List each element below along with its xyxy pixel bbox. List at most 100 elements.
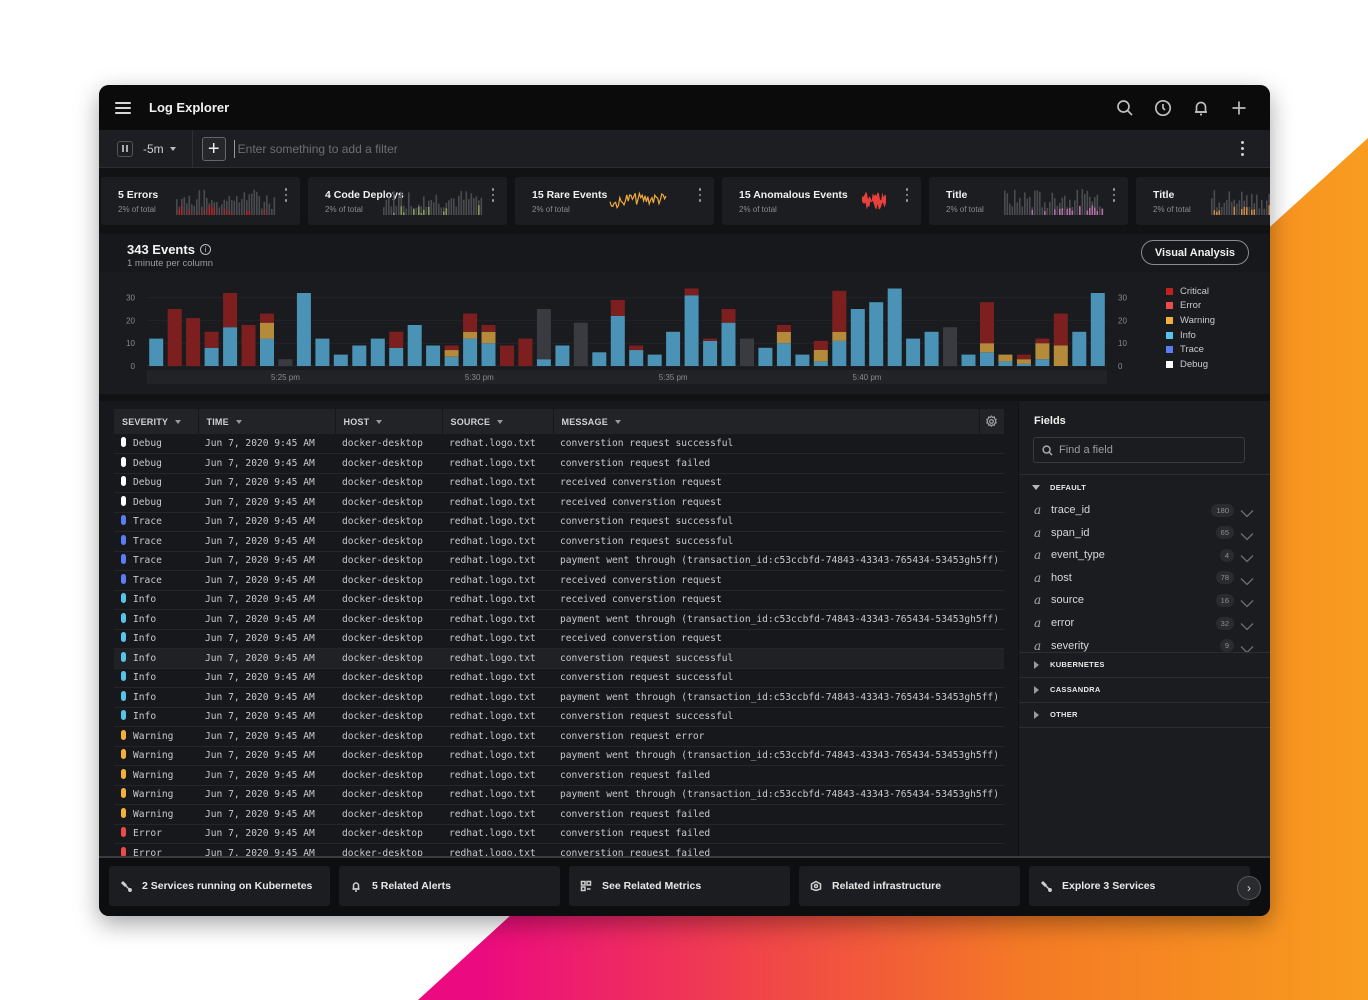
bar-segment-info[interactable] (832, 340, 847, 366)
bar-segment-critical[interactable] (260, 313, 274, 323)
legend-item[interactable]: Error (1166, 299, 1215, 314)
legend-item[interactable]: Trace (1166, 342, 1215, 357)
bar-segment-other[interactable] (278, 359, 293, 366)
bar-segment-critical[interactable] (500, 345, 514, 367)
bar-segment-critical[interactable] (684, 288, 699, 296)
bar-segment-other[interactable] (943, 327, 958, 366)
bar-segment-info[interactable] (592, 352, 607, 366)
bar-segment-critical[interactable] (610, 299, 625, 316)
table-row[interactable]: Debug Jun 7, 2020 9:45 AM docker-desktop re… (114, 453, 1004, 474)
bar-segment-critical[interactable] (703, 338, 718, 341)
hamburger-menu-icon[interactable] (115, 101, 131, 114)
related-action-card[interactable]: 2 Services running on Kubernetes (109, 866, 330, 906)
bar-segment-warning[interactable] (481, 331, 496, 344)
bar-segment-info[interactable] (850, 309, 865, 366)
bar-segment-critical[interactable] (167, 309, 182, 366)
table-row[interactable]: Debug Jun 7, 2020 9:45 AM docker-desktop re… (114, 492, 1004, 513)
bar-segment-info[interactable] (887, 288, 902, 367)
column-header-time[interactable]: TIME (198, 409, 336, 434)
bar-segment-warning[interactable] (463, 331, 478, 339)
table-row[interactable]: Warning Jun 7, 2020 9:45 AM docker-desktop… (114, 746, 1004, 766)
bar-segment-info[interactable] (721, 322, 736, 366)
column-header-source[interactable]: SOURCE (442, 409, 554, 434)
legend-item[interactable]: Debug (1166, 357, 1215, 372)
table-row[interactable]: Trace Jun 7, 2020 9:45 AM docker-desktop re… (114, 531, 1004, 552)
bar-segment-warning[interactable] (260, 322, 274, 339)
bar-segment-info[interactable] (426, 345, 441, 367)
bar-segment-critical[interactable] (389, 331, 404, 348)
bar-segment-critical[interactable] (186, 318, 201, 366)
bar-segment-critical[interactable] (832, 290, 847, 332)
table-row[interactable]: Trace Jun 7, 2020 9:45 AM docker-desktop re… (114, 551, 1004, 571)
bar-segment-warning[interactable] (776, 331, 791, 344)
summary-card[interactable]: 5 Errors 2% of total (101, 177, 300, 225)
table-row[interactable]: Error Jun 7, 2020 9:45 AM docker-desktop re… (114, 824, 1004, 844)
legend-item[interactable]: Critical (1166, 284, 1215, 299)
bar-segment-warning[interactable] (1016, 359, 1031, 364)
bar-segment-info[interactable] (1016, 363, 1031, 366)
table-row[interactable]: Warning Jun 7, 2020 9:45 AM docker-desktop… (114, 785, 1004, 805)
chevron-down-icon[interactable] (1240, 573, 1254, 586)
summary-card[interactable]: Title 2% of total (929, 177, 1128, 225)
bell-icon[interactable] (1192, 99, 1210, 117)
bar-segment-critical[interactable] (518, 338, 533, 366)
bar-segment-info[interactable] (536, 359, 551, 366)
field-item[interactable]: a span_id 65 (1034, 523, 1254, 543)
field-item[interactable]: a error 32 (1034, 613, 1254, 633)
bar-segment-info[interactable] (333, 354, 348, 366)
chevron-down-icon[interactable] (1240, 505, 1254, 518)
chevron-down-icon[interactable] (1240, 618, 1254, 631)
table-row[interactable]: Info Jun 7, 2020 9:45 AM docker-desktop red… (114, 648, 1004, 669)
bar-segment-critical[interactable] (980, 302, 994, 344)
card-more-options-icon[interactable] (284, 188, 287, 202)
time-range-select[interactable]: -5m (143, 142, 176, 156)
bar-segment-critical[interactable] (1053, 313, 1068, 346)
bar-segment-warning[interactable] (1035, 343, 1050, 360)
field-group-kubernetes[interactable]: KUBERNETES (1032, 660, 1105, 669)
table-row[interactable]: Trace Jun 7, 2020 9:45 AM docker-desktop re… (114, 512, 1004, 532)
bar-segment-info[interactable] (315, 338, 330, 366)
bar-segment-info[interactable] (149, 338, 164, 366)
history-clock-icon[interactable] (1154, 99, 1172, 117)
bar-segment-critical[interactable] (629, 345, 644, 351)
bar-segment-info[interactable] (296, 293, 311, 366)
bar-segment-info[interactable] (629, 350, 644, 366)
bar-segment-warning[interactable] (813, 350, 828, 362)
bar-segment-critical[interactable] (481, 325, 496, 332)
related-action-card[interactable]: Related infrastructure (799, 866, 1020, 906)
card-more-options-icon[interactable] (698, 188, 701, 202)
related-action-card[interactable]: Explore 3 Services (1029, 866, 1250, 906)
chevron-down-icon[interactable] (1240, 641, 1254, 654)
table-row[interactable]: Info Jun 7, 2020 9:45 AM docker-desktop red… (114, 609, 1004, 630)
card-more-options-icon[interactable] (491, 188, 494, 202)
related-action-card[interactable]: See Related Metrics (569, 866, 790, 906)
bar-segment-warning[interactable] (1053, 345, 1068, 367)
bar-segment-info[interactable] (684, 295, 699, 366)
bar-segment-info[interactable] (906, 338, 921, 366)
field-group-other[interactable]: OTHER (1032, 710, 1078, 719)
chevron-down-icon[interactable] (1240, 528, 1254, 541)
card-more-options-icon[interactable] (1112, 188, 1115, 202)
bar-segment-info[interactable] (407, 325, 422, 366)
bar-segment-info[interactable] (352, 345, 367, 367)
bar-segment-other[interactable] (536, 309, 551, 360)
bar-segment-info[interactable] (647, 354, 662, 366)
bar-segment-info[interactable] (223, 327, 238, 366)
column-header-message[interactable]: MESSAGE (553, 409, 980, 434)
table-row[interactable]: Debug Jun 7, 2020 9:45 AM docker-desktop re… (114, 434, 1004, 454)
field-group-default[interactable]: DEFAULT (1032, 483, 1086, 492)
bar-segment-info[interactable] (370, 338, 385, 366)
card-more-options-icon[interactable] (905, 188, 908, 202)
field-item[interactable]: a event_type 4 (1034, 545, 1254, 565)
bar-segment-info[interactable] (998, 361, 1013, 366)
column-header-host[interactable]: HOST (335, 409, 443, 434)
bar-segment-info[interactable] (610, 315, 625, 366)
bar-segment-warning[interactable] (980, 343, 994, 353)
bar-segment-info[interactable] (758, 347, 773, 366)
add-filter-button[interactable]: + (201, 136, 226, 161)
bar-segment-critical[interactable] (444, 345, 459, 351)
field-search-input[interactable] (1059, 444, 1229, 456)
bar-segment-info[interactable] (869, 302, 884, 366)
bar-segment-warning[interactable] (998, 354, 1013, 362)
summary-card[interactable]: 15 Rare Events 2% of total (515, 177, 714, 225)
